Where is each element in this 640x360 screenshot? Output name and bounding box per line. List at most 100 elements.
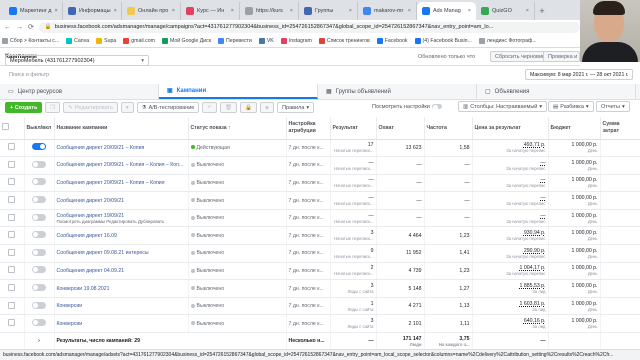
browser-tab[interactable]: makarov-mr × [358,2,417,20]
close-icon[interactable]: × [408,8,411,14]
close-icon[interactable]: × [349,8,352,14]
campaign-name-link[interactable]: Сообщения директ 20/09/21 – Копия – Копи… [57,162,186,168]
row-checkbox[interactable] [8,213,16,221]
campaign-name-link[interactable]: Сообщения директ 20/09/21 – Копия – Копи… [57,180,186,186]
level-tab[interactable]: ▣ Кампании [159,84,318,99]
breakdown-button[interactable]: ▤ Разбивка ▾ [548,101,594,112]
campaign-name-link[interactable]: Конверсии [57,321,186,327]
campaign-toggle[interactable] [32,301,46,309]
bookmark-item[interactable]: VK [258,37,274,44]
totals-expand-icon[interactable]: › [24,332,55,351]
column-header[interactable]: Сумма затрат [600,117,640,140]
campaign-toggle[interactable] [32,266,46,274]
campaign-toggle[interactable] [32,143,46,151]
bookmark-item[interactable]: Facebook [376,37,408,44]
close-icon[interactable]: × [231,8,234,14]
bookmark-item[interactable]: (4) Facebook Busin... [414,37,472,44]
level-tab[interactable]: ▦ Группы объявлений [318,84,477,99]
bookmark-item[interactable]: Supa [96,37,116,44]
table-row[interactable]: Конверсии Выключено 7 дн. после к... 1 Лиды … [0,297,640,316]
lock-icon[interactable]: 🔒 [239,102,257,113]
bookmark-item[interactable]: Сбор > Контакты с... [2,37,59,44]
rules-button[interactable]: Правила ▾ [277,102,315,113]
row-checkbox[interactable] [8,143,16,151]
campaign-name-link[interactable]: Сообщения директ 16.09 [57,233,186,239]
bookmark-item[interactable]: Мой Google Диск [161,37,211,44]
campaign-toggle[interactable] [32,213,46,221]
review-publish-button[interactable]: Проверка и публикация [543,51,580,62]
campaign-name-link[interactable]: Конверсии [57,303,186,309]
ab-test-button[interactable]: ⚗ A/B-тестирование [136,102,200,113]
bookmark-item[interactable]: Instagram [280,37,312,44]
table-row[interactable]: Сообщения директ 19/09/21 Посмотреть диаг… [0,209,640,228]
reload-icon[interactable]: ⟳ [28,23,34,31]
close-icon[interactable]: × [468,8,471,14]
campaign-toggle[interactable] [32,231,46,239]
table-row[interactable]: Сообщения директ 20/09/21 – Копия Действу… [0,139,640,158]
column-header[interactable]: Статус показа ↑ [188,117,287,140]
column-header[interactable]: Результат [330,117,377,140]
close-icon[interactable]: × [172,8,175,14]
campaign-toggle[interactable] [32,178,46,186]
campaign-toggle[interactable] [32,319,46,327]
close-icon[interactable]: × [290,8,293,14]
column-header[interactable]: Название кампании [54,117,189,140]
edit-button[interactable]: ✎ Редактировать [63,102,118,113]
column-header[interactable]: Настройка атрибуции [286,117,331,140]
reports-button[interactable]: Отчеты ▾ [596,101,630,112]
bookmark-item[interactable]: Список тренингов [318,37,370,44]
campaign-toggle[interactable] [32,284,46,292]
bookmark-item[interactable]: Перевести [217,37,252,44]
row-checkbox[interactable] [8,284,16,292]
discard-draft-button[interactable]: Сбросить черновик [490,51,550,62]
campaign-name-link[interactable]: Сообщения директ 04.09.21 [57,268,186,274]
column-header[interactable]: Охват [376,117,425,140]
level-tab[interactable]: ▢ Объявления [477,84,636,99]
forward-icon[interactable]: → [16,24,23,31]
select-all-checkbox[interactable] [2,123,9,130]
columns-button[interactable]: ▥ Столбцы: Настраиваемый ▾ [458,101,548,112]
row-checkbox[interactable] [8,231,16,239]
table-row[interactable]: Сообщения директ 20/09/21 Выключено 7 дн. … [0,191,640,210]
browser-tab[interactable]: Онлайн про × [122,2,181,20]
row-checkbox[interactable] [8,196,16,204]
row-actions[interactable]: Посмотреть диаграммы Редактировать Дубли… [57,219,186,224]
browser-tab[interactable]: Ads Manag × [417,2,476,20]
bookmark-item[interactable]: Canva [66,37,89,44]
view-setup-toggle[interactable]: Посмотреть настройки [372,101,442,112]
new-tab-icon[interactable]: + [535,2,549,20]
table-row[interactable]: Сообщения директ 20/09/21 – Копия – Копи… [0,174,640,193]
back-icon[interactable]: ← [4,24,11,31]
close-icon[interactable]: × [54,8,57,14]
browser-tab[interactable]: QuizGO × [476,2,535,20]
browser-tab[interactable]: https://kurs × [240,2,299,20]
campaign-toggle[interactable] [32,160,46,168]
create-button[interactable]: + Создать [5,102,43,113]
browser-tab[interactable]: Курс — Ин × [181,2,240,20]
column-header[interactable]: Выкл/вкл [24,117,55,140]
row-checkbox[interactable] [8,248,16,256]
campaign-name-link[interactable]: Сообщения директ 09.08.21 интересы [57,250,186,256]
table-row[interactable]: Конверсии Выключено 7 дн. после к... 3 Лиды … [0,314,640,334]
browser-tab[interactable]: Информацы × [63,2,122,20]
close-icon[interactable]: × [526,8,529,14]
duplicate-icon[interactable]: ❐ [45,102,61,113]
column-header[interactable]: Цена за результат [472,117,549,140]
campaign-toggle[interactable] [32,196,46,204]
campaign-name-link[interactable]: Сообщения директ 20/09/21 – Копия [57,145,186,151]
browser-tab[interactable]: Группы × [299,2,358,20]
browser-tab[interactable]: Маркетинг д × [4,2,63,20]
search-filter-input[interactable]: Поиск и фильтр [5,69,148,81]
row-checkbox[interactable] [8,160,16,168]
column-header[interactable]: Частота [424,117,473,140]
column-header[interactable]: Бюджет [548,117,601,140]
row-checkbox[interactable] [8,319,16,327]
trash-icon[interactable]: 🗑 [219,102,237,113]
row-checkbox[interactable] [8,178,16,186]
row-checkbox[interactable] [8,301,16,309]
table-row[interactable]: Конверсии 19.08.2021 Выключено 7 дн. после… [0,279,640,298]
table-row[interactable]: Сообщения директ 20/09/21 – Копия – Копи… [0,156,640,175]
table-row[interactable]: Сообщения директ 04.09.21 Выключено 7 дн. … [0,262,640,281]
bookmark-item[interactable]: gmail.com [123,37,155,44]
account-selector[interactable]: МероМебель (431761277902304) ▾ [5,55,149,66]
